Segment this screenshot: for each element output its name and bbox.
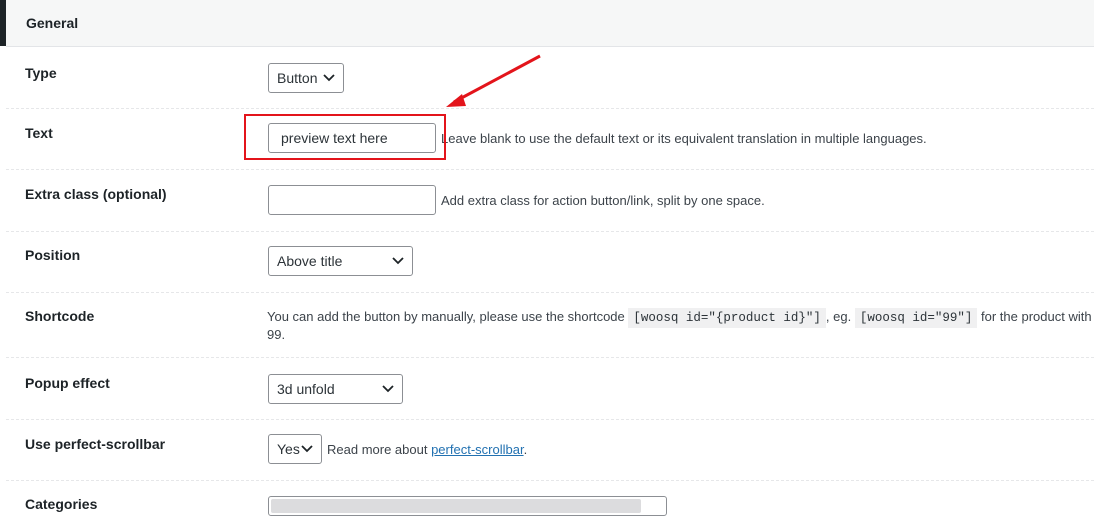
highlight-box [244, 114, 446, 160]
type-label: Type [25, 65, 57, 81]
shortcode-code: [woosq id="{product id}"] [628, 308, 826, 328]
perfect-scrollbar-select[interactable]: Yes [268, 434, 322, 464]
shortcode-description-line2: 99. [267, 327, 286, 342]
extra-class-label: Extra class (optional) [25, 186, 167, 202]
position-label: Position [25, 247, 81, 263]
categories-label: Categories [25, 496, 98, 512]
categories-selected-chip[interactable] [271, 499, 641, 513]
extra-class-description: Add extra class for action button/link, … [441, 193, 765, 208]
extra-class-input[interactable] [268, 185, 436, 215]
categories-select[interactable] [268, 496, 667, 516]
type-select[interactable]: Button [268, 63, 344, 93]
text-label: Text [25, 125, 53, 141]
shortcode-example-code: [woosq id="99"] [854, 308, 978, 328]
row-popup-effect: Popup effect 3d unfold [6, 358, 1094, 420]
chevron-down-icon [323, 74, 335, 82]
perfect-scrollbar-description: Read more about perfect-scrollbar. [327, 442, 528, 457]
row-text: Text Leave blank to use the default text… [6, 109, 1094, 170]
chevron-down-icon [392, 257, 404, 265]
shortcode-description: You can add the button by manually, plea… [267, 308, 1094, 328]
row-shortcode: Shortcode You can add the button by manu… [6, 293, 1094, 358]
perfect-scrollbar-label: Use perfect-scrollbar [25, 436, 166, 452]
shortcode-label: Shortcode [25, 308, 95, 324]
text-description: Leave blank to use the default text or i… [441, 131, 927, 146]
chevron-down-icon [382, 385, 394, 393]
popup-effect-label: Popup effect [25, 375, 110, 391]
perfect-scrollbar-link[interactable]: perfect-scrollbar [431, 442, 523, 457]
row-perfect-scrollbar: Use perfect-scrollbar Yes Read more abou… [6, 420, 1094, 481]
popup-effect-select[interactable]: 3d unfold [268, 374, 403, 404]
row-type: Type Button [6, 47, 1094, 109]
annotation-arrow [446, 54, 541, 107]
row-position: Position Above title [6, 232, 1094, 293]
position-select[interactable]: Above title [268, 246, 413, 276]
row-extra-class: Extra class (optional) Add extra class f… [6, 170, 1094, 232]
section-header: General [6, 0, 1094, 47]
chevron-down-icon [301, 445, 313, 453]
section-title: General [26, 15, 79, 31]
